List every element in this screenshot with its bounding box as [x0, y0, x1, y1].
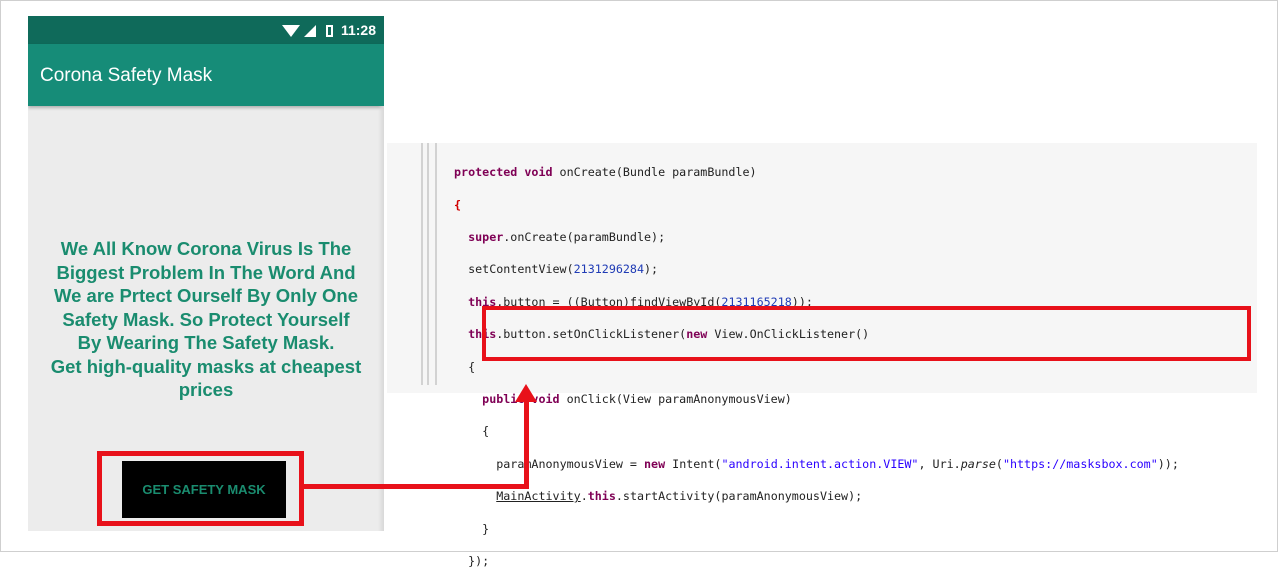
code-line: {	[454, 197, 462, 212]
code-line: public void onClick(View paramAnonymousV…	[482, 391, 792, 406]
code-line: setContentView(2131296284);	[468, 262, 659, 277]
arrow-head-icon	[515, 384, 537, 402]
code-line: }	[482, 521, 490, 536]
message-line: prices	[178, 379, 234, 400]
message-line: We are Prtect Ourself By Only One	[54, 285, 358, 306]
status-time: 11:28	[340, 22, 376, 38]
code-line: MainActivity.this.startActivity(paramAno…	[496, 489, 863, 504]
message-line: By Wearing The Safety Mask.	[77, 332, 335, 353]
code-gutter-line	[427, 143, 429, 385]
connector-arrow-vertical	[524, 398, 529, 489]
code-line: });	[468, 553, 490, 568]
message-line: We All Know Corona Virus Is The	[60, 238, 352, 259]
message-line: Get high-quality masks at cheapest	[50, 355, 362, 377]
battery-icon	[325, 24, 333, 37]
code-line: protected void onCreate(Bundle paramBund…	[454, 165, 757, 180]
code-gutter-line	[421, 143, 423, 385]
status-icons: 11:28	[281, 22, 376, 38]
wifi-icon	[281, 25, 300, 37]
cell-signal-icon	[303, 25, 316, 37]
app-bar: Corona Safety Mask	[28, 44, 384, 106]
message-line: Biggest Problem In The Word And	[56, 261, 356, 283]
code-highlight-box	[482, 306, 1251, 361]
code-gutter-line	[435, 143, 437, 385]
status-bar: 11:28	[28, 16, 384, 44]
code-line: paramAnonymousView = new Intent("android…	[496, 456, 1179, 471]
button-highlight-box	[97, 451, 304, 526]
code-line: {	[482, 424, 490, 439]
connector-arrow-horizontal	[303, 484, 529, 489]
message-line: Safety Mask. So Protect Yourself	[62, 308, 350, 330]
code-line: super.onCreate(paramBundle);	[468, 229, 666, 244]
info-message: We All Know Corona Virus Is The Biggest …	[32, 237, 380, 402]
decompiled-code: protected void onCreate(Bundle paramBund…	[454, 148, 1179, 585]
app-title: Corona Safety Mask	[40, 65, 213, 86]
